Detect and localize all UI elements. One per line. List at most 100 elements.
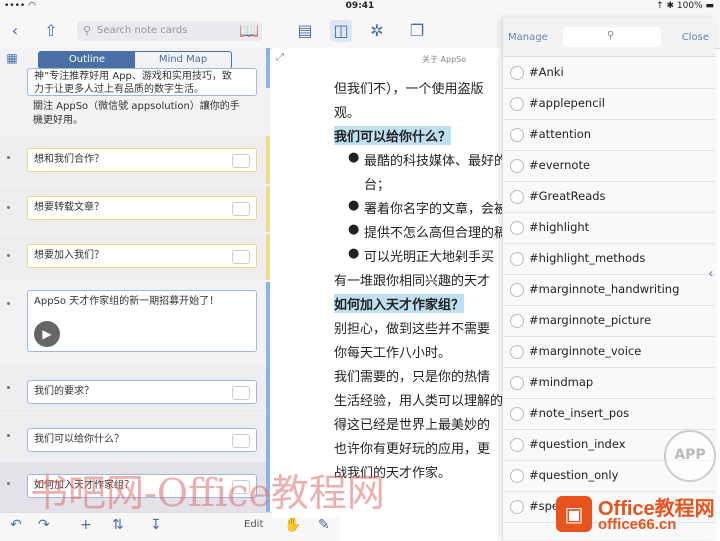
tag-label: #attention (529, 127, 592, 141)
outline-card[interactable]: 想要转载文章？ (27, 196, 257, 220)
bullet-dot: ● (348, 198, 360, 213)
doc-line: 也许你有更好玩的应用，更 (334, 442, 491, 457)
back-chevron-icon[interactable]: ‹ (4, 20, 26, 42)
doc-line: 署着你名字的文章，会被 (364, 202, 504, 217)
checkbox-circle-icon[interactable] (510, 438, 524, 452)
document-view[interactable]: ⤢ 关于 AppSo 但我们不），一个使用盗版 观。 我们可以给你什么？ ● 最… (272, 48, 504, 518)
bullet-dot: ● (348, 246, 360, 261)
section-bar (266, 234, 270, 280)
checkbox-circle-icon[interactable] (510, 252, 524, 266)
tag-item[interactable]: #applepencil (503, 88, 715, 120)
intro-text: 關注 AppSo（微信號 appsolution）讓你的手 機更好用。 (33, 100, 240, 128)
appso-logo: APP (664, 430, 716, 482)
card-link-icon[interactable] (232, 202, 250, 216)
note-search-input[interactable]: ⚲ Search note cards (77, 21, 262, 41)
tag-item[interactable]: #highlight (503, 212, 715, 244)
outline-card-label: 想要加入我们？ (34, 250, 104, 261)
card-link-icon[interactable] (232, 434, 250, 448)
doc-line: 我们需要的，只是你的热情 (334, 370, 491, 385)
tab-mind-map[interactable]: Mind Map (135, 52, 231, 68)
document-breadcrumb: 关于 AppSo (422, 55, 467, 64)
tag-label: #marginnote_picture (529, 313, 652, 327)
manage-button[interactable]: Manage (508, 32, 548, 43)
doc-line: 台； (364, 178, 391, 193)
tag-item[interactable]: #note_insert_pos (503, 398, 715, 430)
bullet-dot (7, 434, 10, 437)
checkbox-circle-icon[interactable] (510, 314, 524, 328)
section-bar (266, 186, 270, 232)
tag-label: #marginnote_voice (529, 344, 642, 358)
checkbox-circle-icon[interactable] (510, 159, 524, 173)
outline-card-label: 想和我们合作？ (34, 154, 104, 165)
tag-label: #question_only (529, 468, 619, 482)
pen-icon[interactable]: ✎ (318, 517, 330, 533)
card-link-icon[interactable] (232, 154, 250, 168)
edit-button[interactable]: Edit (244, 519, 263, 530)
checkbox-circle-icon[interactable] (510, 97, 524, 111)
checkbox-circle-icon[interactable] (510, 407, 524, 421)
tag-label: #marginnote_handwriting (529, 282, 680, 296)
bullet-dot (7, 206, 10, 209)
tag-search-input[interactable]: ⚲ (563, 27, 661, 47)
window-icon[interactable]: ❐ (406, 20, 428, 42)
outline-panel: ▦ Outline Mind Map 神”专注推荐好用 App、游戏和实用技巧，… (0, 48, 270, 518)
checkbox-circle-icon[interactable] (510, 128, 524, 142)
view-segmented-control[interactable]: Outline Mind Map (38, 51, 232, 69)
checkbox-circle-icon[interactable] (510, 66, 524, 80)
outline-card-audio[interactable]: AppSo 天才作家组的新一期招募开始了！ ▶ (27, 290, 257, 352)
chevron-left-icon[interactable]: ‹ (708, 266, 714, 282)
intro-text-line: 機更好用。 (33, 115, 83, 126)
tag-item[interactable]: #attention (503, 119, 715, 151)
doc-line: 提供不怎么高但合理的稿 (364, 226, 504, 241)
checkbox-circle-icon[interactable] (510, 221, 524, 235)
section-bar (266, 136, 270, 184)
tag-item[interactable]: #marginnote_handwriting (503, 274, 715, 306)
undo-icon[interactable]: ↶ (10, 517, 22, 533)
office-logo: ▣ Office教程网 office66.cn (556, 490, 716, 536)
intro-text-line: 關注 AppSo（微信號 appsolution）讓你的手 (33, 101, 240, 112)
doc-line: 可以光明正大地剁手买 (364, 250, 495, 265)
expand-icon[interactable]: ⤢ (276, 52, 284, 63)
tag-item[interactable]: #marginnote_picture (503, 305, 715, 337)
tag-item[interactable]: #evernote (503, 150, 715, 182)
book-icon[interactable]: 📖 (238, 20, 260, 42)
redo-icon[interactable]: ↷ (38, 517, 50, 533)
tag-label: #note_insert_pos (529, 406, 630, 420)
tag-item[interactable]: #mindmap (503, 367, 715, 399)
outline-card[interactable]: 想和我们合作？ (27, 148, 257, 172)
tag-item[interactable]: #GreatReads (503, 181, 715, 213)
outline-card-label: 我们的要求？ (34, 386, 94, 397)
split-view-icon[interactable]: ◫ (330, 20, 352, 42)
outline-layout-icon[interactable]: ▦ (4, 50, 20, 66)
tag-label: #spe (529, 499, 560, 513)
export-icon[interactable]: ↧ (150, 517, 162, 533)
open-book-icon[interactable]: ▤ (294, 20, 316, 42)
tag-label: #highlight_methods (529, 251, 646, 265)
checkbox-circle-icon[interactable] (510, 190, 524, 204)
tag-item[interactable]: #highlight_methods (503, 243, 715, 275)
outline-card[interactable]: 想要加入我们？ (27, 244, 257, 268)
outline-card[interactable]: 我们的要求？ (27, 380, 257, 404)
play-icon[interactable]: ▶ (34, 321, 60, 347)
outline-card-label: 想要转载文章？ (34, 202, 104, 213)
share-icon[interactable]: ⇧ (40, 20, 62, 42)
bullet-dot (7, 254, 10, 257)
tag-label: #Anki (529, 65, 564, 79)
search-placeholder: Search note cards (97, 25, 188, 36)
checkbox-circle-icon[interactable] (510, 345, 524, 359)
logo-url: office66.cn (598, 516, 677, 533)
close-button[interactable]: Close (682, 32, 709, 43)
tag-item[interactable]: #Anki (503, 57, 715, 89)
card-link-icon[interactable] (232, 250, 250, 264)
add-icon[interactable]: + (80, 517, 92, 533)
card-link-icon[interactable] (232, 386, 250, 400)
checkbox-circle-icon[interactable] (510, 376, 524, 390)
checkbox-circle-icon[interactable] (510, 283, 524, 297)
tag-item[interactable]: #marginnote_voice (503, 336, 715, 368)
tab-outline[interactable]: Outline (39, 52, 135, 68)
intro-card[interactable]: 神”专注推荐好用 App、游戏和实用技巧，致 力于让更多人过上有品质的数字生活。 (27, 68, 257, 96)
sort-icon[interactable]: ⇅ (112, 517, 124, 533)
hand-icon[interactable]: ✋ (284, 517, 301, 533)
mindmap-icon[interactable]: ✲ (366, 20, 388, 42)
outline-card[interactable]: 我们可以给你什么？ (27, 428, 257, 452)
